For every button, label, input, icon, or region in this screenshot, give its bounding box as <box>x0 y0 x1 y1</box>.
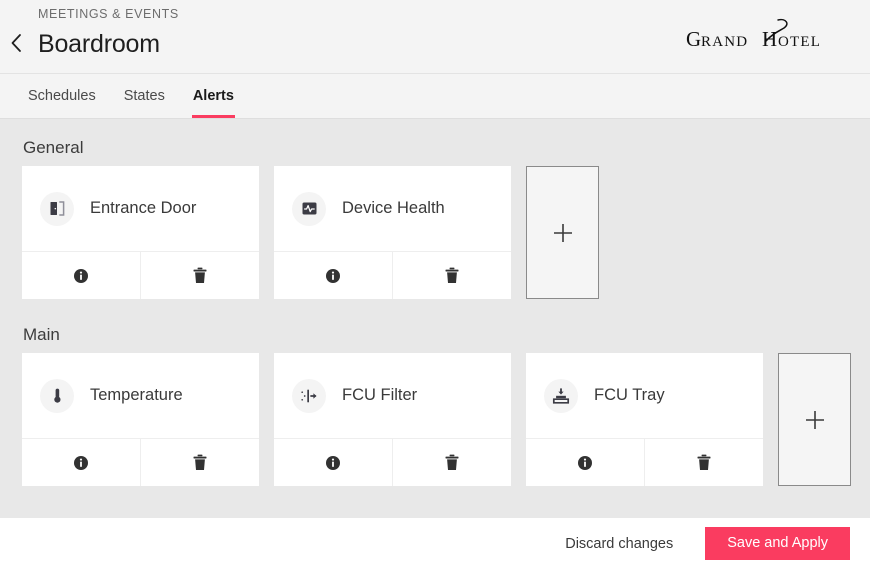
card-label: Temperature <box>90 386 183 405</box>
alert-card-entrance-door[interactable]: Entrance Door <box>22 166 259 299</box>
card-actions <box>274 251 511 299</box>
info-button[interactable] <box>22 439 140 486</box>
trash-icon <box>192 454 208 471</box>
plus-icon <box>802 407 828 433</box>
info-button[interactable] <box>274 439 392 486</box>
back-button[interactable] <box>5 30 27 56</box>
card-label: Entrance Door <box>90 199 196 218</box>
card-body: FCU Tray <box>526 353 763 438</box>
info-button[interactable] <box>22 252 140 299</box>
trash-icon <box>444 454 460 471</box>
delete-button[interactable] <box>140 252 259 299</box>
info-button[interactable] <box>526 439 644 486</box>
card-body: Device Health <box>274 166 511 251</box>
card-body: FCU Filter <box>274 353 511 438</box>
brand-logo: G RAND H OTEL <box>686 14 846 58</box>
svg-text:H: H <box>762 27 777 51</box>
card-row-general: Entrance Door <box>22 166 599 299</box>
info-icon <box>577 455 593 471</box>
section-title-general: General <box>23 138 83 158</box>
card-actions <box>274 438 511 486</box>
delete-button[interactable] <box>140 439 259 486</box>
trash-icon <box>696 454 712 471</box>
tab-states[interactable]: States <box>110 74 179 118</box>
info-icon <box>73 455 89 471</box>
svg-text:RAND: RAND <box>701 34 748 50</box>
page-header: MEETINGS & EVENTS Boardroom G RAND H OTE… <box>0 0 870 74</box>
delete-button[interactable] <box>392 252 511 299</box>
thermometer-icon <box>40 379 74 413</box>
card-actions <box>22 438 259 486</box>
tab-alerts-label: Alerts <box>193 88 234 104</box>
breadcrumb: MEETINGS & EVENTS <box>38 7 179 21</box>
trash-icon <box>444 267 460 284</box>
svg-text:G: G <box>686 27 702 51</box>
svg-text:OTEL: OTEL <box>778 34 821 50</box>
alert-card-fcu-filter[interactable]: FCU Filter <box>274 353 511 486</box>
section-title-main: Main <box>23 325 60 345</box>
tab-bar: Schedules States Alerts <box>0 74 870 119</box>
airflow-filter-icon <box>292 379 326 413</box>
alert-card-device-health[interactable]: Device Health <box>274 166 511 299</box>
add-alert-button-general[interactable] <box>526 166 599 299</box>
info-icon <box>73 268 89 284</box>
tab-schedules-label: Schedules <box>28 88 96 104</box>
plus-icon <box>550 220 576 246</box>
card-label: FCU Filter <box>342 386 417 405</box>
alert-card-fcu-tray[interactable]: FCU Tray <box>526 353 763 486</box>
info-icon <box>325 455 341 471</box>
save-and-apply-button[interactable]: Save and Apply <box>705 527 850 560</box>
card-body: Entrance Door <box>22 166 259 251</box>
delete-button[interactable] <box>392 439 511 486</box>
card-row-main: Temperature <box>22 353 851 486</box>
card-label: Device Health <box>342 199 445 218</box>
grand-hotel-logo-icon: G RAND H OTEL <box>686 14 846 58</box>
info-button[interactable] <box>274 252 392 299</box>
tray-icon <box>544 379 578 413</box>
delete-button[interactable] <box>644 439 763 486</box>
card-actions <box>526 438 763 486</box>
tab-schedules[interactable]: Schedules <box>14 74 110 118</box>
action-bar: Discard changes Save and Apply <box>0 518 870 569</box>
alerts-page: MEETINGS & EVENTS Boardroom G RAND H OTE… <box>0 0 870 569</box>
trash-icon <box>192 267 208 284</box>
page-title: Boardroom <box>38 28 160 60</box>
chevron-left-icon <box>10 33 22 53</box>
tab-alerts[interactable]: Alerts <box>179 74 248 118</box>
info-icon <box>325 268 341 284</box>
card-label: FCU Tray <box>594 386 665 405</box>
door-icon <box>40 192 74 226</box>
alert-card-temperature[interactable]: Temperature <box>22 353 259 486</box>
discard-changes-button[interactable]: Discard changes <box>565 536 673 552</box>
alerts-content: General Entrance Door <box>0 119 870 518</box>
card-body: Temperature <box>22 353 259 438</box>
tab-states-label: States <box>124 88 165 104</box>
card-actions <box>22 251 259 299</box>
add-alert-button-main[interactable] <box>778 353 851 486</box>
pulse-monitor-icon <box>292 192 326 226</box>
